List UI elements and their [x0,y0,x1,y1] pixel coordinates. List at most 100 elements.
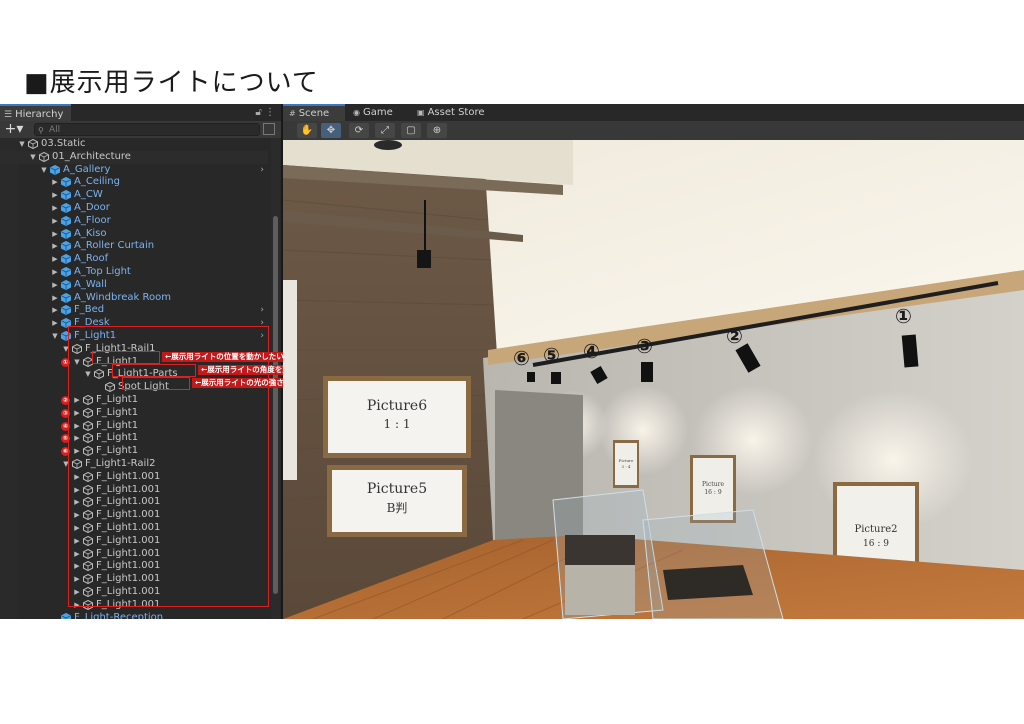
move-tool-button[interactable]: ✥ [321,123,341,138]
tree-row[interactable]: ▶ A_CW [0,189,268,202]
tree-row[interactable]: ▼ 01_Architecture [0,150,268,164]
tree-row-label: A_Roof [74,253,109,265]
picture5-ratio: B判 [387,501,408,515]
expand-arrow-closed-icon[interactable]: ▶ [51,215,59,228]
picture5-title: Picture5 [367,481,427,497]
expand-arrow-closed-icon[interactable]: ▶ [51,228,59,241]
marker-1: ① [895,304,912,328]
transform-icon: ⊕ [432,125,442,136]
picture-small2-title: Picture [702,481,724,488]
prefab-cube-icon [61,215,71,226]
expand-arrow-open-icon[interactable]: ▼ [18,138,26,151]
marker-2: ② [726,324,743,348]
rect-icon: ▢ [406,125,416,136]
picture6-title: Picture6 [367,398,427,414]
tree-row[interactable]: ▶ A_Kiso [0,228,268,241]
expand-arrow-closed-icon[interactable]: ▶ [51,317,59,330]
prefab-cube-icon [61,305,71,316]
tree-row[interactable]: ▼ A_Gallery › [0,164,268,177]
tree-row-label: A_Windbreak Room [74,291,171,303]
unity-editor: ☰Hierarchy 🔓︎ ⋮ +▾ ⚲ All 👁︎ ▼03.Static▼0… [0,104,1024,619]
picture6-ratio: 1 : 1 [384,417,411,431]
expand-arrow-closed-icon[interactable]: ▶ [51,266,59,279]
tree-row[interactable]: ▶ A_Door [0,202,268,215]
search-icon: ⚲ [38,126,44,135]
tab-scene[interactable]: # Scene [283,104,345,121]
scene-viewport[interactable]: ⑥ ⑤ ④ ③ ② ① Picture6 1 : 1 Picture5 B判 P… [283,140,1024,619]
expand-arrow-closed-icon[interactable]: ▶ [51,304,59,317]
expand-arrow-open-icon[interactable]: ▼ [40,164,48,177]
expand-arrow-open-icon[interactable]: ▼ [29,151,37,164]
expand-arrow-closed-icon[interactable]: ▶ [51,253,59,266]
more-options-icon[interactable]: ⋮ [265,107,275,118]
expand-arrow-closed-icon[interactable]: ▶ [51,176,59,189]
picture-small1-ratio: 3 : 4 [622,464,631,469]
hierarchy-tab[interactable]: ☰ Hierarchy [0,104,72,121]
tree-row-label: A_Floor [74,214,111,226]
prefab-cube-icon [61,254,71,265]
tree-row[interactable]: ▼ 03.Static [0,138,268,151]
picture2-title: Picture2 [854,524,897,535]
hierarchy-tab-bar: ☰ Hierarchy 🔓︎ ⋮ [0,104,281,122]
tree-row-label: A_Ceiling [74,176,120,188]
transform-tool-button[interactable]: ⊕ [427,123,447,138]
tree-row[interactable]: ▶ A_Windbreak Room [0,292,268,305]
tab-game-label: Game [362,107,393,118]
tree-row-label: A_Roller Curtain [74,240,155,252]
tab-game[interactable]: ◉ Game [347,104,409,121]
tree-row[interactable]: ▶ A_Roller Curtain [0,240,268,253]
tree-row-label: 03.Static [41,138,86,149]
hand-tool-button[interactable]: ✋ [297,123,317,138]
f-light1-parts-highlight [112,364,196,377]
expand-arrow-closed-icon[interactable]: ▶ [51,292,59,305]
tree-row[interactable]: ▶ F_Bed › [0,304,268,317]
tree-row[interactable]: ▶ A_Top Light [0,266,268,279]
page-title: ■展示用ライトについて [24,68,319,98]
rotate-tool-button[interactable]: ⟳ [349,123,369,138]
chevron-right-icon[interactable]: › [260,304,264,317]
scale-icon: ⤢ [381,125,389,136]
prefab-cube-icon [61,228,71,239]
tree-row[interactable]: F_Light-Reception [0,612,268,619]
lock-icon[interactable]: 🔓︎ [255,107,261,118]
tree-row[interactable]: ▶ A_Roof [0,253,268,266]
prefab-cube-icon [61,279,71,290]
search-options-icon[interactable] [263,123,275,135]
prefab-cube-icon [61,190,71,201]
tree-row-label: A_Top Light [74,266,131,277]
expand-arrow-closed-icon[interactable]: ▶ [51,279,59,292]
tree-row-label: 01_Architecture [52,150,131,162]
scale-tool-button[interactable]: ⤢ [375,123,395,138]
prefab-cube-icon [61,292,71,303]
create-button[interactable]: +▾ [2,121,26,138]
picture-small1-title: Picture [619,458,634,463]
prefab-cube-icon [61,612,71,619]
scene-panel: #Scene ◉Game ▣Asset Store ✋ ✥ ⟳ ⤢ ▢ ⊕ [283,104,1024,619]
marker-6: ⑥ [513,346,530,370]
scroll-thumb[interactable] [273,216,278,594]
expand-arrow-open-icon[interactable]: ▼ [51,330,59,343]
tree-row-label: A_Gallery [63,163,111,175]
expand-arrow-closed-icon[interactable]: ▶ [51,240,59,253]
marker-4: ④ [583,339,600,363]
marker-3: ③ [636,334,653,358]
chevron-right-icon[interactable]: › [260,164,264,177]
tab-asset-store-label: Asset Store [427,107,485,118]
expand-arrow-closed-icon[interactable]: ▶ [51,189,59,202]
tree-row[interactable]: ▶ A_Wall [0,279,268,292]
spot-light-highlight [122,377,190,390]
expand-arrow-closed-icon[interactable]: ▶ [51,202,59,215]
picture2-ratio: 16 : 9 [863,539,889,549]
search-placeholder: All [49,125,61,135]
hierarchy-tab-icons: 🔓︎ ⋮ [255,104,275,121]
tab-asset-store[interactable]: ▣ Asset Store [411,104,501,121]
tab-scene-label: Scene [298,108,330,119]
tree-row[interactable]: ▶ A_Floor [0,215,268,228]
hierarchy-search-input[interactable]: ⚲ All [34,123,260,136]
prefab-cube-icon [61,202,71,214]
hand-icon: ✋ [300,125,314,136]
rect-tool-button[interactable]: ▢ [401,123,421,138]
gameobject-cube-icon [28,138,38,150]
prefab-cube-icon [61,177,71,188]
tree-row[interactable]: ▶ A_Ceiling [0,176,268,189]
